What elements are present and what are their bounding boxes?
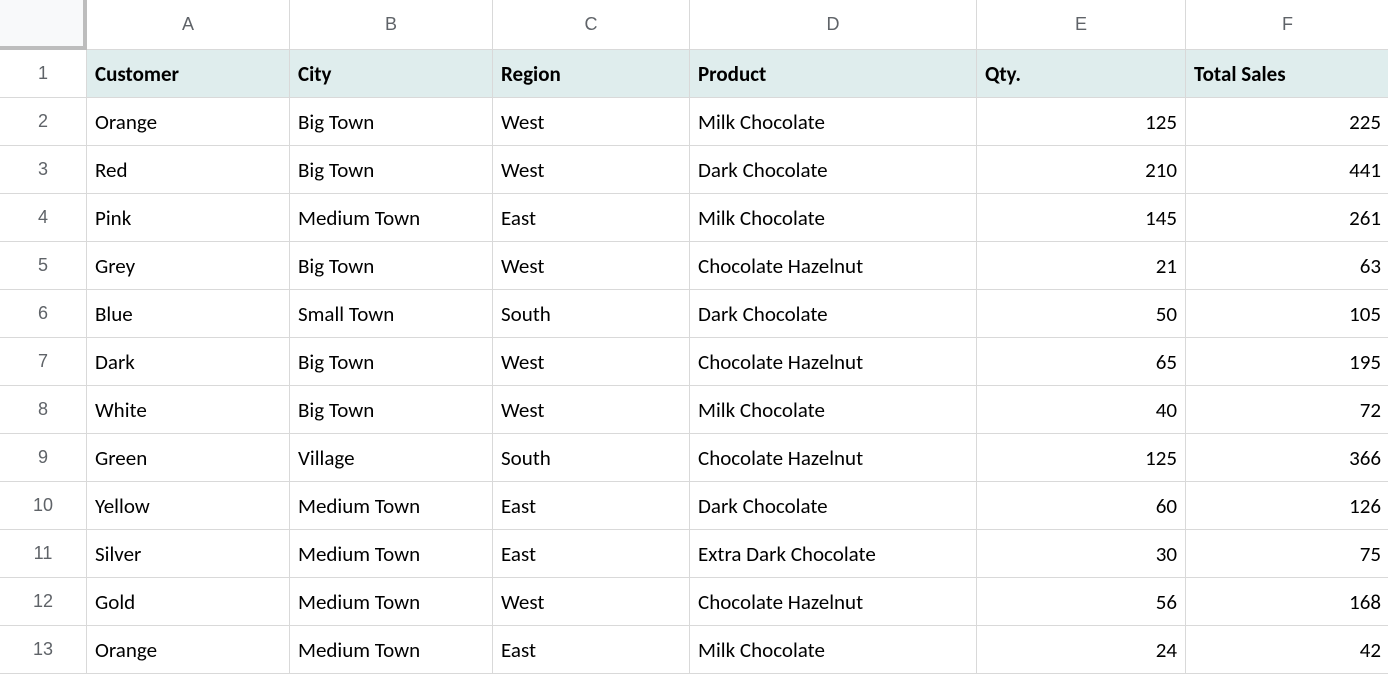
cell-c5[interactable]: West: [493, 242, 690, 290]
cell-f8[interactable]: 72: [1186, 386, 1388, 434]
cell-f12[interactable]: 168: [1186, 578, 1388, 626]
row-header-6[interactable]: 6: [0, 290, 87, 338]
cell-e2[interactable]: 125: [977, 98, 1186, 146]
cell-b10[interactable]: Medium Town: [290, 482, 493, 530]
cell-b9[interactable]: Village: [290, 434, 493, 482]
cell-a8[interactable]: White: [87, 386, 290, 434]
cell-f9[interactable]: 366: [1186, 434, 1388, 482]
col-header-f[interactable]: F: [1186, 0, 1388, 50]
cell-f13[interactable]: 42: [1186, 626, 1388, 674]
cell-a5[interactable]: Grey: [87, 242, 290, 290]
cell-b12[interactable]: Medium Town: [290, 578, 493, 626]
cell-a10[interactable]: Yellow: [87, 482, 290, 530]
select-all-corner[interactable]: [0, 0, 87, 50]
cell-a2[interactable]: Orange: [87, 98, 290, 146]
cell-f7[interactable]: 195: [1186, 338, 1388, 386]
cell-e5[interactable]: 21: [977, 242, 1186, 290]
cell-a4[interactable]: Pink: [87, 194, 290, 242]
cell-c1[interactable]: Region: [493, 50, 690, 98]
cell-d4[interactable]: Milk Chocolate: [690, 194, 977, 242]
cell-d1[interactable]: Product: [690, 50, 977, 98]
cell-e1[interactable]: Qty.: [977, 50, 1186, 98]
col-header-c[interactable]: C: [493, 0, 690, 50]
cell-b4[interactable]: Medium Town: [290, 194, 493, 242]
cell-b2[interactable]: Big Town: [290, 98, 493, 146]
row-header-9[interactable]: 9: [0, 434, 87, 482]
cell-d9[interactable]: Chocolate Hazelnut: [690, 434, 977, 482]
row-header-8[interactable]: 8: [0, 386, 87, 434]
cell-b6[interactable]: Small Town: [290, 290, 493, 338]
cell-e9[interactable]: 125: [977, 434, 1186, 482]
cell-f1[interactable]: Total Sales: [1186, 50, 1388, 98]
row-header-4[interactable]: 4: [0, 194, 87, 242]
cell-b8[interactable]: Big Town: [290, 386, 493, 434]
cell-b3[interactable]: Big Town: [290, 146, 493, 194]
cell-e10[interactable]: 60: [977, 482, 1186, 530]
cell-e6[interactable]: 50: [977, 290, 1186, 338]
col-header-e[interactable]: E: [977, 0, 1186, 50]
cell-d6[interactable]: Dark Chocolate: [690, 290, 977, 338]
cell-d13[interactable]: Milk Chocolate: [690, 626, 977, 674]
cell-b1[interactable]: City: [290, 50, 493, 98]
cell-c3[interactable]: West: [493, 146, 690, 194]
cell-d7[interactable]: Chocolate Hazelnut: [690, 338, 977, 386]
cell-f11[interactable]: 75: [1186, 530, 1388, 578]
cell-e8[interactable]: 40: [977, 386, 1186, 434]
spreadsheet-grid: A B C D E F 1 Customer City Region Produ…: [0, 0, 1388, 674]
cell-a1[interactable]: Customer: [87, 50, 290, 98]
cell-a11[interactable]: Silver: [87, 530, 290, 578]
col-header-b[interactable]: B: [290, 0, 493, 50]
cell-c9[interactable]: South: [493, 434, 690, 482]
cell-a3[interactable]: Red: [87, 146, 290, 194]
cell-c6[interactable]: South: [493, 290, 690, 338]
cell-e7[interactable]: 65: [977, 338, 1186, 386]
cell-c7[interactable]: West: [493, 338, 690, 386]
cell-e12[interactable]: 56: [977, 578, 1186, 626]
cell-a13[interactable]: Orange: [87, 626, 290, 674]
row-header-10[interactable]: 10: [0, 482, 87, 530]
row-header-3[interactable]: 3: [0, 146, 87, 194]
cell-c8[interactable]: West: [493, 386, 690, 434]
cell-a7[interactable]: Dark: [87, 338, 290, 386]
cell-f6[interactable]: 105: [1186, 290, 1388, 338]
cell-e4[interactable]: 145: [977, 194, 1186, 242]
cell-f10[interactable]: 126: [1186, 482, 1388, 530]
cell-e3[interactable]: 210: [977, 146, 1186, 194]
cell-f4[interactable]: 261: [1186, 194, 1388, 242]
cell-d12[interactable]: Chocolate Hazelnut: [690, 578, 977, 626]
cell-c10[interactable]: East: [493, 482, 690, 530]
cell-b11[interactable]: Medium Town: [290, 530, 493, 578]
cell-a9[interactable]: Green: [87, 434, 290, 482]
row-header-5[interactable]: 5: [0, 242, 87, 290]
cell-d2[interactable]: Milk Chocolate: [690, 98, 977, 146]
cell-f2[interactable]: 225: [1186, 98, 1388, 146]
cell-d8[interactable]: Milk Chocolate: [690, 386, 977, 434]
cell-c12[interactable]: West: [493, 578, 690, 626]
cell-e13[interactable]: 24: [977, 626, 1186, 674]
row-header-12[interactable]: 12: [0, 578, 87, 626]
cell-f3[interactable]: 441: [1186, 146, 1388, 194]
cell-e11[interactable]: 30: [977, 530, 1186, 578]
cell-c11[interactable]: East: [493, 530, 690, 578]
cell-d5[interactable]: Chocolate Hazelnut: [690, 242, 977, 290]
cell-a6[interactable]: Blue: [87, 290, 290, 338]
cell-c4[interactable]: East: [493, 194, 690, 242]
row-header-11[interactable]: 11: [0, 530, 87, 578]
cell-d3[interactable]: Dark Chocolate: [690, 146, 977, 194]
cell-d11[interactable]: Extra Dark Chocolate: [690, 530, 977, 578]
cell-f5[interactable]: 63: [1186, 242, 1388, 290]
row-header-13[interactable]: 13: [0, 626, 87, 674]
cell-b13[interactable]: Medium Town: [290, 626, 493, 674]
row-header-2[interactable]: 2: [0, 98, 87, 146]
row-header-7[interactable]: 7: [0, 338, 87, 386]
cell-b7[interactable]: Big Town: [290, 338, 493, 386]
row-header-1[interactable]: 1: [0, 50, 87, 98]
cell-c13[interactable]: East: [493, 626, 690, 674]
cell-b5[interactable]: Big Town: [290, 242, 493, 290]
cell-d10[interactable]: Dark Chocolate: [690, 482, 977, 530]
cell-a12[interactable]: Gold: [87, 578, 290, 626]
col-header-a[interactable]: A: [87, 0, 290, 50]
col-header-d[interactable]: D: [690, 0, 977, 50]
cell-c2[interactable]: West: [493, 98, 690, 146]
